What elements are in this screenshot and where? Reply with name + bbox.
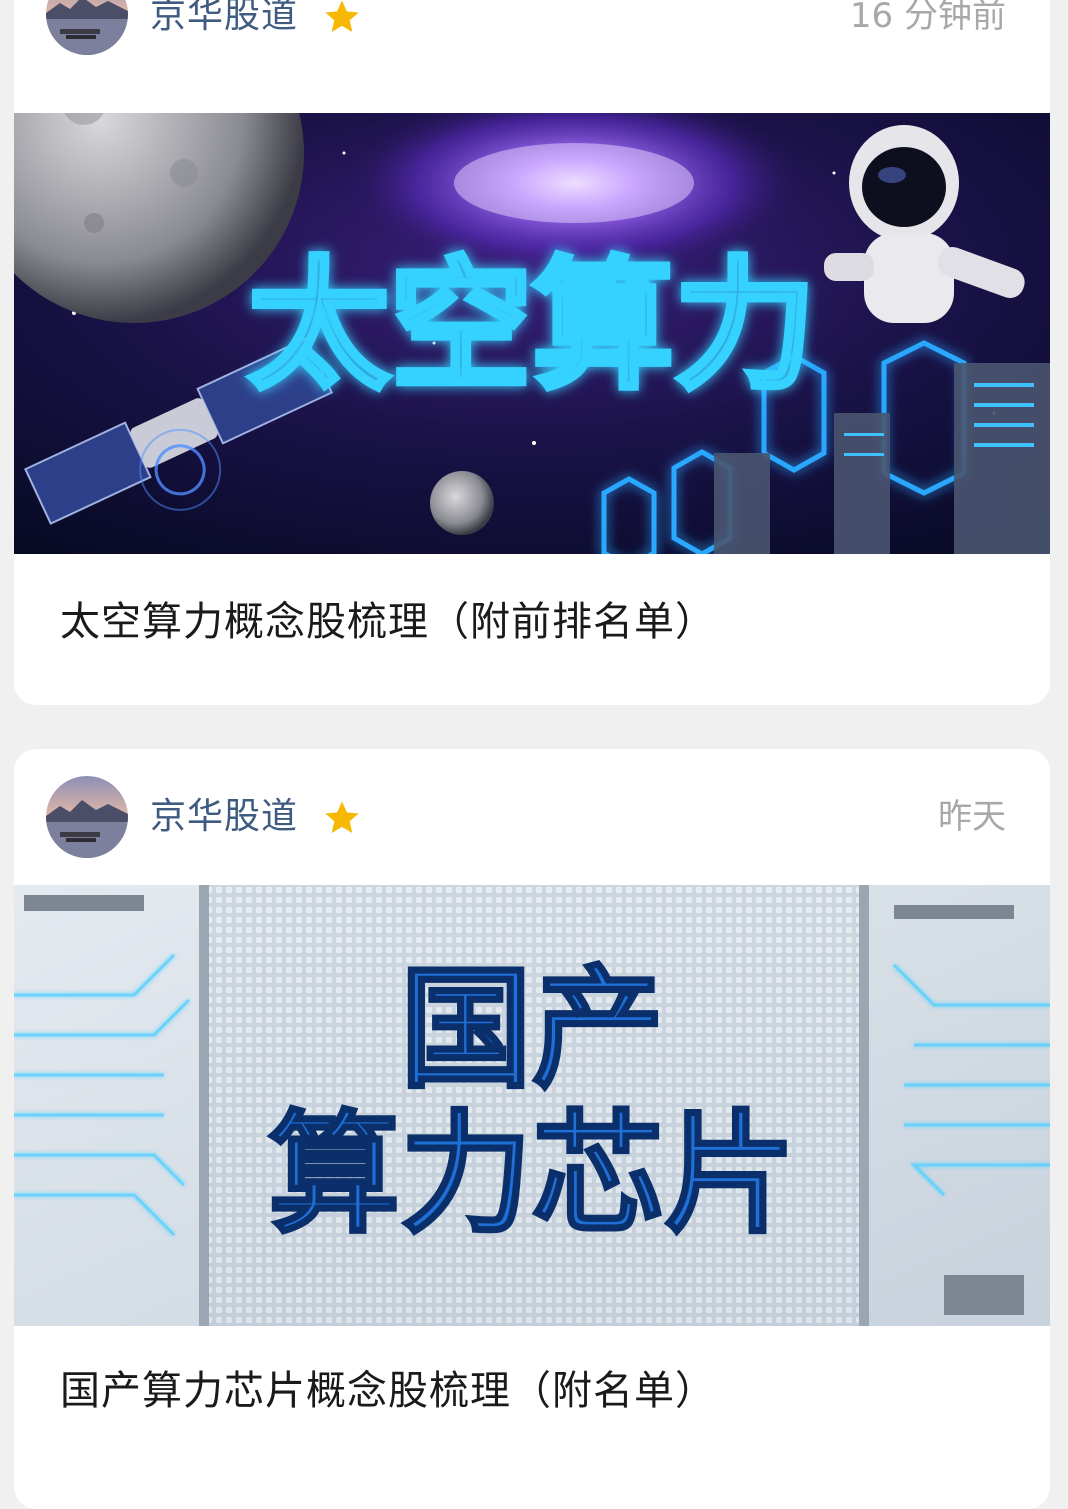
cover-image[interactable]: 国产 算力芯片: [14, 885, 1050, 1326]
star-icon: [325, 0, 359, 32]
author-name[interactable]: 京华股道: [150, 0, 298, 40]
banner-headline-line2: 算力芯片: [268, 1098, 796, 1252]
feed-card-1[interactable]: 京华股道 16 分钟前 太空算力 太空算力概念股梳理（附前排名单）: [14, 0, 1050, 705]
author-name[interactable]: 京华股道: [150, 793, 298, 841]
banner-headline-line1: 国产: [400, 953, 664, 1107]
card-header: 京华股道 16 分钟前: [14, 0, 1050, 112]
post-time: 昨天: [938, 797, 1006, 837]
author-avatar[interactable]: [46, 0, 128, 55]
feed-card-2[interactable]: 京华股道 昨天 国产 算力芯片 国产算力芯片概念股梳理（附名单）: [14, 749, 1050, 1509]
card-header: 京华股道 昨天: [14, 749, 1050, 861]
post-title[interactable]: 太空算力概念股梳理（附前排名单）: [60, 596, 716, 648]
star-icon: [325, 801, 359, 833]
cover-image[interactable]: 太空算力: [14, 113, 1050, 554]
banner-headline: 太空算力: [248, 244, 816, 409]
post-title[interactable]: 国产算力芯片概念股梳理（附名单）: [60, 1365, 716, 1417]
post-time: 16 分钟前: [849, 0, 1006, 36]
author-avatar[interactable]: [46, 776, 128, 858]
